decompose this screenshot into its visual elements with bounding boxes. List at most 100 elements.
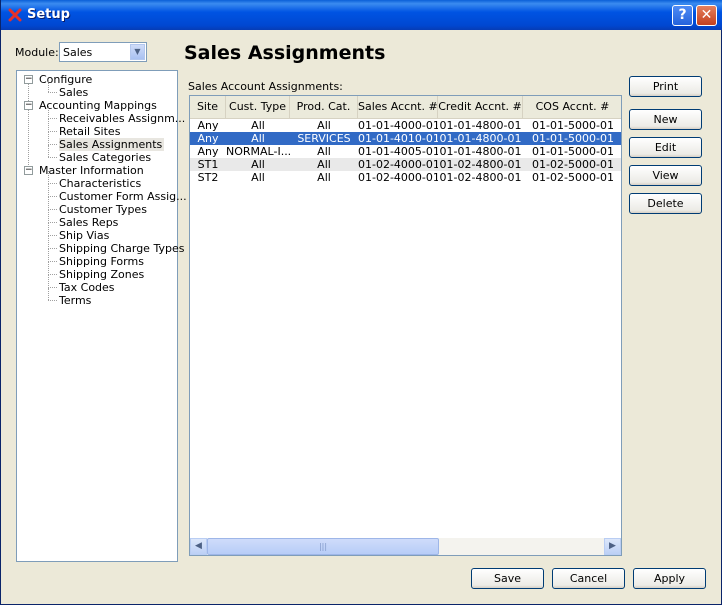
table-cell: 01-01-4000-01 [358,119,438,132]
table-cell: ST2 [197,171,219,184]
table-cell: 01-01-4010-01 [358,132,438,145]
table-cell: 01-02-4000-01 [358,158,438,171]
new-button-label: New [653,113,678,126]
module-label: Module: [15,46,59,59]
tree-connector [48,183,57,184]
navigation-tree[interactable]: − Configure Sales − Accounting Mappings Recei… [16,70,187,562]
tree-item[interactable]: Configure [39,73,92,86]
tree-connector [48,119,49,132]
delete-button[interactable]: Delete [629,193,702,214]
tree-connector [48,171,49,184]
apply-button-label: Apply [653,572,686,585]
tree-connector [48,288,49,300]
edit-button-label: Edit [654,141,677,154]
tree-connector [48,262,49,275]
tree-connector [48,131,57,132]
scrollbar-thumb[interactable]: ||| [207,538,439,555]
print-button-label: Print [652,80,679,93]
tree-item[interactable]: Terms [59,294,91,307]
help-button[interactable]: ? [672,5,693,26]
save-button[interactable]: Save [471,568,544,589]
tree-connector [48,144,57,145]
module-select-value: Sales [63,46,93,59]
column-header[interactable]: Sales Accnt. # [358,96,438,118]
sales-assignments-table[interactable]: Site Cust. Type Prod. Cat. Sales Accnt. # Cr… [189,95,622,556]
table-cell: 01-02-5000-01 [532,158,614,171]
cancel-button[interactable]: Cancel [552,568,625,589]
table-row[interactable]: Any NORMAL-I... All 01-01-4005-01 01-01-4800… [190,145,621,158]
horizontal-scrollbar[interactable]: ◀ ||| ▶ [190,538,621,555]
tree-item[interactable]: Customer Form Assig... [59,190,187,203]
column-header[interactable]: Credit Accnt. # [438,96,523,118]
delete-button-label: Delete [647,197,684,210]
title-bar: Setup ? ✕ [1,0,722,30]
table-row[interactable]: ST1 All All 01-02-4000-01 01-02-4800-01 01-02… [190,158,621,171]
new-button[interactable]: New [629,109,702,130]
tree-item[interactable]: Customer Types [59,203,147,216]
scroll-left-icon[interactable]: ◀ [190,538,207,555]
tree-item[interactable]: Receivables Assignm... [59,112,185,125]
table-row[interactable]: Any All SERVICES 01-01-4010-01 01-01-4800-01… [190,132,621,145]
tree-connector [48,197,49,210]
tree-item[interactable]: Sales Reps [59,216,118,229]
tree-connector [48,223,49,236]
tree-item[interactable]: Shipping Zones [59,268,144,281]
table-cell: 01-01-4800-01 [439,145,522,158]
chevron-down-icon[interactable]: ▼ [130,44,145,60]
table-cell: ST1 [197,158,219,171]
tree-collapse-icon[interactable]: − [24,101,33,110]
table-cell: SERVICES [297,132,351,145]
edit-button[interactable]: Edit [629,137,702,158]
tree-item[interactable]: Accounting Mappings [39,99,157,112]
table-cell: Any [197,119,219,132]
table-cell: 01-02-4800-01 [439,158,522,171]
table-cell: Any [197,132,219,145]
print-button[interactable]: Print [629,76,702,97]
close-button[interactable]: ✕ [696,5,717,26]
table-cell: All [317,171,331,184]
setup-window: Setup ? ✕ Module: Sales ▼ − Configure Sale… [0,0,722,605]
tree-connector [48,92,57,93]
tree-item[interactable]: Tax Codes [59,281,115,294]
view-button[interactable]: View [629,165,702,186]
tree-connector [48,235,57,236]
tree-collapse-icon[interactable]: − [24,75,33,84]
table-cell: All [317,158,331,171]
save-button-label: Save [493,572,521,585]
table-cell: 01-01-4005-01 [358,145,438,158]
column-header[interactable]: Site [190,96,226,118]
tree-connector [48,106,49,119]
table-cell: 01-02-4000-01 [358,171,438,184]
tree-collapse-icon[interactable]: − [24,166,33,175]
column-header[interactable]: Cust. Type [226,96,290,118]
tree-item[interactable]: Sales Assignments [59,138,165,151]
tree-item[interactable]: Sales Categories [59,151,151,164]
tree-connector [48,249,49,262]
tree-connector [28,84,29,169]
table-cell: 01-02-5000-01 [532,171,614,184]
table-cell: Any [197,145,219,158]
tree-connector [48,132,49,145]
column-header[interactable]: Prod. Cat. [290,96,358,118]
tree-item[interactable]: Shipping Forms [59,255,144,268]
app-logo-icon [8,8,22,22]
tree-connector [48,118,57,119]
table-cell: 01-01-4800-01 [439,132,522,145]
tree-item[interactable]: Characteristics [59,177,141,190]
table-cell: All [317,145,331,158]
table-cell: 01-01-5000-01 [532,119,614,132]
apply-button[interactable]: Apply [633,568,706,589]
table-cell: 01-01-5000-01 [532,132,614,145]
tree-item[interactable]: Sales [59,86,88,99]
table-cell: NORMAL-I... [226,145,290,158]
window-title: Setup [27,7,70,22]
tree-item[interactable]: Shipping Charge Types [59,242,184,255]
tree-item[interactable]: Retail Sites [59,125,120,138]
scroll-right-icon[interactable]: ▶ [604,538,621,555]
table-row[interactable]: ST2 All All 01-02-4000-01 01-02-4800-01 01-02… [190,171,621,184]
table-row[interactable]: Any All All 01-01-4000-01 01-01-4800-01 01-01… [190,119,621,132]
tree-item[interactable]: Master Information [39,164,144,177]
tree-item[interactable]: Ship Vias [59,229,109,242]
module-select[interactable]: Sales ▼ [59,42,147,62]
column-header[interactable]: COS Accnt. # [523,96,621,118]
